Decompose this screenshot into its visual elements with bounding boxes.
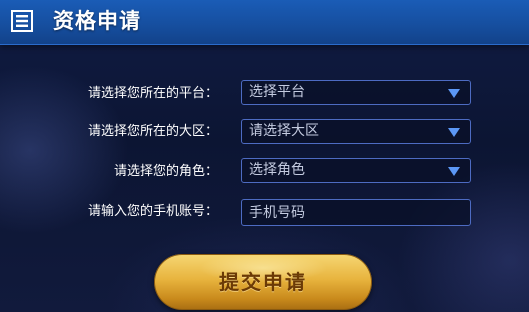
- region-select-value: 请选择大区: [249, 123, 319, 139]
- platform-label: 请选择您所在的平台：: [87, 86, 218, 101]
- submit-button[interactable]: 提交申请: [154, 254, 372, 310]
- region-select[interactable]: 请选择大区: [241, 119, 471, 144]
- region-label: 请选择您所在的大区：: [87, 124, 218, 139]
- role-select-value: 选择角色: [249, 162, 305, 178]
- chevron-down-icon: [448, 167, 460, 176]
- header-bar: 资格申请: [0, 0, 529, 45]
- chevron-down-icon: [448, 128, 460, 137]
- role-label: 请选择您的角色：: [113, 164, 218, 179]
- chevron-down-icon: [448, 89, 460, 98]
- phone-label: 请输入您的手机账号：: [87, 204, 218, 219]
- platform-select[interactable]: 选择平台: [241, 80, 471, 105]
- page-title: 资格申请: [53, 9, 141, 33]
- role-select[interactable]: 选择角色: [241, 158, 471, 183]
- submit-button-label: 提交申请: [219, 270, 307, 294]
- list-icon: [11, 10, 33, 32]
- platform-select-value: 选择平台: [249, 84, 305, 100]
- phone-input[interactable]: [241, 199, 471, 226]
